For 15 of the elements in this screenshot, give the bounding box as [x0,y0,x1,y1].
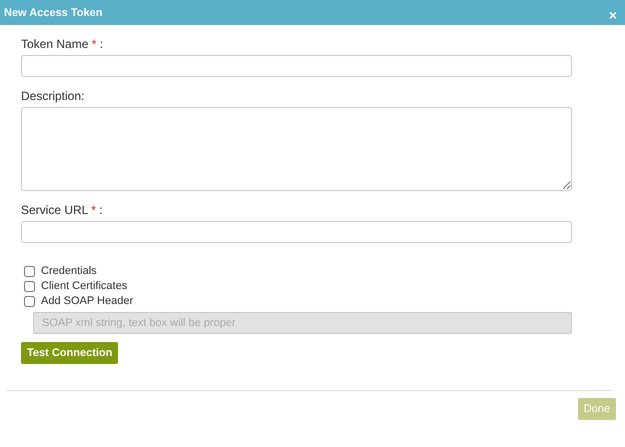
input-field[interactable] [21,55,572,77]
checkbox-label: Add SOAP Header [41,295,134,307]
description-field[interactable] [21,107,572,191]
field-label: Service URL * : [21,203,104,217]
field-label: Token Name * : [21,37,104,51]
input-field[interactable] [21,221,572,243]
dialog-title: New Access Token [4,6,102,18]
checkbox[interactable] [24,266,35,276]
checkbox-label: Credentials [41,265,97,277]
field-label: Description: [21,89,86,103]
close-button[interactable]: × [606,6,619,22]
test-connection-button[interactable]: Test Connection [21,342,118,364]
checkbox[interactable] [24,296,35,306]
checkbox-label: Client Certificates [41,280,128,292]
checkbox[interactable] [24,280,35,292]
